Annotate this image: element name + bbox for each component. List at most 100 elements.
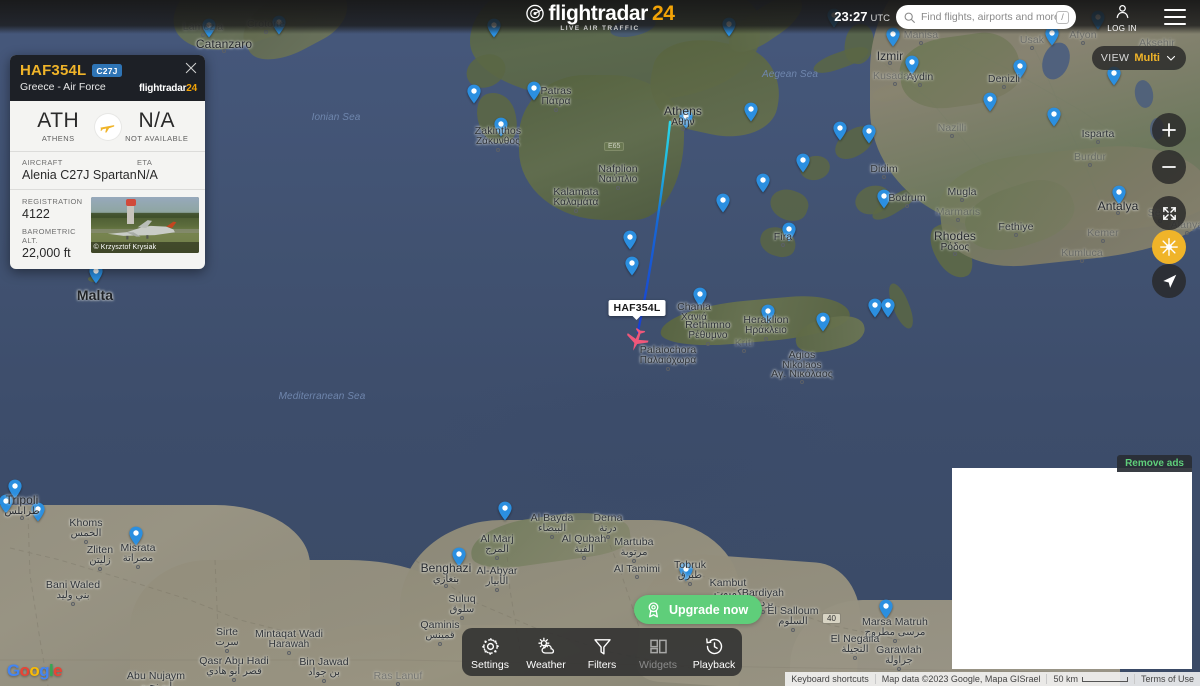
toolbar-filters[interactable]: Filters xyxy=(574,634,630,671)
registration-value: 4122 xyxy=(22,207,50,221)
airport-pin[interactable] xyxy=(983,92,998,112)
eta-value: N/A xyxy=(137,168,158,182)
registration-label: REGISTRATION xyxy=(22,197,83,206)
chevron-down-icon xyxy=(1166,55,1176,61)
panel-header: HAF354L C27J Greece - Air Force flightra… xyxy=(10,55,205,101)
eta-label: ETA xyxy=(137,158,153,167)
airport-pin[interactable] xyxy=(862,124,877,144)
aircraft-marker-haf354l[interactable] xyxy=(620,323,653,356)
road-shield-e65: E65 xyxy=(604,142,625,151)
search-box[interactable]: / xyxy=(896,5,1076,29)
google-logo-o2: o xyxy=(29,661,40,680)
airport-pin[interactable] xyxy=(498,501,513,521)
view-mode-selector[interactable]: VIEW Multi xyxy=(1091,46,1186,70)
destination-airport[interactable]: N/A NOT AVAILABLE xyxy=(121,110,194,143)
panel-aircraft-type-badge: C27J xyxy=(92,64,122,77)
hamburger-icon[interactable] xyxy=(1164,9,1186,25)
search-input[interactable] xyxy=(921,11,1056,23)
view-value: Multi xyxy=(1134,52,1160,64)
keyboard-shortcuts-link[interactable]: Keyboard shortcuts xyxy=(785,674,875,684)
utc-clock: 23:27 UTC xyxy=(834,9,890,24)
airport-pin[interactable] xyxy=(494,117,509,137)
airport-pin[interactable] xyxy=(452,547,467,567)
airport-pin[interactable] xyxy=(761,304,776,324)
airport-pin[interactable] xyxy=(693,287,708,307)
login-button[interactable]: LOG IN xyxy=(1100,3,1144,33)
airport-pin[interactable] xyxy=(905,55,920,75)
map-place-label: Palaiochora Παλαιόχωρα xyxy=(639,344,697,367)
airport-pin[interactable] xyxy=(756,173,771,193)
airport-pin[interactable] xyxy=(881,298,896,318)
road-shield-40: 40 xyxy=(822,613,841,624)
funnel-icon xyxy=(593,638,611,655)
airport-pin[interactable] xyxy=(716,193,731,213)
zoom-out-button[interactable] xyxy=(1152,150,1186,184)
toolbar-settings-label: Settings xyxy=(471,658,509,671)
airport-pin[interactable] xyxy=(31,502,46,522)
panel-callsign: HAF354L xyxy=(20,62,87,79)
toolbar-widgets[interactable]: Widgets xyxy=(630,634,686,671)
map-place-label: Mediterranean Sea xyxy=(278,391,366,402)
airport-pin[interactable] xyxy=(1047,107,1062,127)
aircraft-value: Alenia C27J Spartan xyxy=(22,168,137,182)
flightradar24-logo[interactable]: flightradar 24 LIVE AIR TRAFFIC xyxy=(525,2,675,33)
toolbar-playback[interactable]: Playback xyxy=(686,634,742,671)
toolbar-settings[interactable]: Settings xyxy=(462,634,518,671)
google-logo-g1: G xyxy=(7,661,20,680)
airport-pin[interactable] xyxy=(625,256,640,276)
panel-brand-word: flightradar xyxy=(139,83,187,94)
airport-pin[interactable] xyxy=(679,109,694,129)
airport-pin[interactable] xyxy=(679,562,694,582)
playback-icon xyxy=(705,637,722,654)
airport-pin[interactable] xyxy=(782,222,797,242)
toolbar-weather[interactable]: Weather xyxy=(518,634,574,671)
destination-code: N/A xyxy=(138,109,175,132)
airport-pin[interactable] xyxy=(796,153,811,173)
google-logo-g2: g xyxy=(39,661,50,680)
destination-name: NOT AVAILABLE xyxy=(125,134,189,143)
city-dot xyxy=(882,175,886,179)
google-logo[interactable]: Google xyxy=(7,661,63,681)
search-icon xyxy=(904,12,915,23)
airport-pin[interactable] xyxy=(129,526,144,546)
toolbar-filters-label: Filters xyxy=(587,658,617,671)
google-logo-o1: o xyxy=(19,661,30,680)
airport-pin[interactable] xyxy=(879,599,894,619)
airport-pin[interactable] xyxy=(1112,185,1127,205)
aircraft-label: AIRCRAFT xyxy=(22,158,63,167)
city-dot xyxy=(666,367,670,371)
panel-route: ATH ATHENS N/A NOT AVAILABLE xyxy=(10,101,205,151)
terms-of-use-link[interactable]: Terms of Use xyxy=(1135,674,1200,684)
advertisement-panel[interactable] xyxy=(952,468,1192,669)
flight-info-panel[interactable]: HAF354L C27J Greece - Air Force flightra… xyxy=(10,55,205,269)
toolbar-playback-label: Playback xyxy=(692,658,736,671)
close-icon[interactable] xyxy=(184,61,198,75)
weather-icon xyxy=(537,637,554,654)
aircraft-callsign-label[interactable]: HAF354L xyxy=(608,300,666,320)
locate-button[interactable] xyxy=(1152,264,1186,298)
airport-pin[interactable] xyxy=(527,81,542,101)
airport-pin[interactable] xyxy=(744,102,759,122)
airport-pin[interactable] xyxy=(816,312,831,332)
upgrade-now-button[interactable]: Upgrade now xyxy=(634,595,763,624)
remove-ads-button[interactable]: Remove ads xyxy=(1117,455,1192,472)
altitude-value: 22,000 ft xyxy=(22,246,71,260)
airport-pin[interactable] xyxy=(623,230,638,250)
aircraft-photo[interactable]: © Krzysztof Krysiak xyxy=(90,197,199,253)
city-dot xyxy=(800,380,804,384)
airport-pin[interactable] xyxy=(0,494,14,514)
airport-pin[interactable] xyxy=(877,189,892,209)
city-dot xyxy=(222,49,226,53)
origin-airport[interactable]: ATH ATHENS xyxy=(22,110,95,143)
plane-icon xyxy=(94,113,121,140)
origin-name: ATHENS xyxy=(41,134,75,143)
zoom-in-button[interactable] xyxy=(1152,113,1186,147)
explore-button[interactable] xyxy=(1152,230,1186,264)
fullscreen-button[interactable] xyxy=(1152,196,1186,230)
airport-pin[interactable] xyxy=(467,84,482,104)
map-place-label: Agios Nikolaos xyxy=(782,349,822,372)
airport-pin[interactable] xyxy=(1013,59,1028,79)
origin-code: ATH xyxy=(37,109,80,132)
airport-pin[interactable] xyxy=(833,121,848,141)
logo-word: flightradar xyxy=(548,2,648,25)
